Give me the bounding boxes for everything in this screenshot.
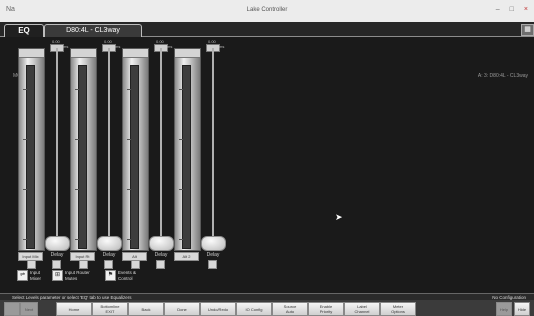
close-button[interactable]: × <box>524 6 528 13</box>
ms-label-2: ms <box>115 44 121 49</box>
legend-router: Input Router Mutes <box>65 270 90 281</box>
delay-track-3 <box>160 48 162 239</box>
speaker-icon-1[interactable] <box>52 260 61 269</box>
mouse-cursor-icon: ➤ <box>335 212 343 222</box>
delay-track-4 <box>212 48 214 239</box>
speaker-icon-4[interactable] <box>208 260 217 269</box>
toolbar-button-1[interactable]: Next <box>20 302 38 316</box>
toolbar-button-5[interactable]: Done <box>164 302 200 316</box>
toolbar-button-11[interactable]: Meter Options <box>380 302 416 316</box>
title-bar: Na Lake Controller – □ × <box>0 0 534 23</box>
toolbar-button-13[interactable]: Hide <box>514 302 530 316</box>
legend-events: Events & Control <box>118 270 137 281</box>
toolbar-button-0[interactable] <box>4 302 20 316</box>
delay-knob-4[interactable] <box>201 236 226 251</box>
toolbar-button-2[interactable]: Home <box>56 302 92 316</box>
delay-track-1 <box>56 48 58 239</box>
window-controls: – □ × <box>496 6 528 13</box>
main-panel: MODULE A: 3: D80:4L - CL3way 0.00 ms Del… <box>0 36 534 293</box>
delay-track-2 <box>108 48 110 239</box>
legend-mixer: Input Mixer <box>30 270 41 281</box>
toolbar-button-4[interactable]: Back <box>128 302 164 316</box>
delay-label-2: Delay <box>102 252 116 258</box>
delay-knob-3[interactable] <box>149 236 174 251</box>
ms-label-4: ms <box>219 44 225 49</box>
level-meter-2[interactable] <box>70 48 97 251</box>
delay-label-4: Delay <box>206 252 220 258</box>
delay-knob-1[interactable] <box>45 236 70 251</box>
level-meter-1[interactable] <box>18 48 45 251</box>
tab-bar: EQ D80:4L - CL3way <box>0 22 534 37</box>
toolbar-button-8[interactable]: Source Auto <box>272 302 308 316</box>
toolbar-button-6[interactable]: Undo/Redo <box>200 302 236 316</box>
level-meter-4[interactable] <box>174 48 201 251</box>
toolbar-button-12[interactable]: Help <box>496 302 512 316</box>
router-icon: ⊞ <box>52 270 63 281</box>
channel-button-4[interactable]: Alt 2 <box>174 252 199 261</box>
maximize-button[interactable]: □ <box>510 6 514 13</box>
ms-label-1: ms <box>63 44 69 49</box>
speaker-icon-3[interactable] <box>156 260 165 269</box>
delay-label-3: Delay <box>154 252 168 258</box>
device-info: A: 3: D80:4L - CL3way <box>477 73 528 79</box>
minimize-button[interactable]: – <box>496 6 500 13</box>
delay-knob-2[interactable] <box>97 236 122 251</box>
speaker-icon-2[interactable] <box>104 260 113 269</box>
events-icon: ⚑ <box>105 270 116 281</box>
toolbar-button-3[interactable]: Bottomline EXIT <box>92 302 128 316</box>
toolbar-button-9[interactable]: Enable Priority <box>308 302 344 316</box>
bottom-toolbar: Next Home Bottomline EXIT Back Done Undo/Redo… <box>0 300 534 316</box>
mute-icon-3[interactable] <box>131 260 140 269</box>
delay-label-1: Delay <box>50 252 64 258</box>
mute-icon-2[interactable] <box>79 260 88 269</box>
mute-icon-1[interactable] <box>27 260 36 269</box>
toolbar-button-10[interactable]: Label Channel <box>344 302 380 316</box>
level-meter-3[interactable] <box>122 48 149 251</box>
ms-label-3: ms <box>167 44 173 49</box>
mixer-icon: ⇌ <box>17 270 28 281</box>
grid-icon[interactable]: ▦ <box>521 24 534 36</box>
toolbar-button-7[interactable]: IO Config <box>236 302 272 316</box>
window-title: Lake Controller <box>246 7 288 13</box>
